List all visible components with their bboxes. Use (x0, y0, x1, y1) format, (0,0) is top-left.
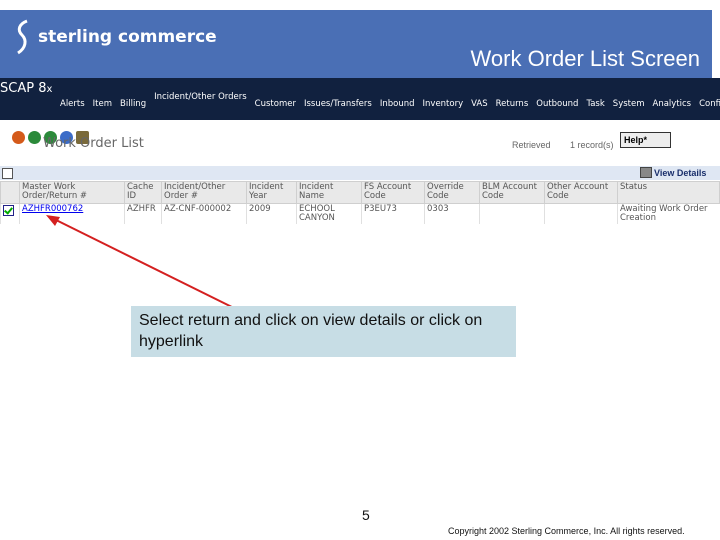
callout-arrow (46, 215, 243, 313)
instruction-callout: Select return and click on view details … (131, 306, 516, 357)
page-number: 5 (362, 507, 370, 523)
copyright-text: Copyright 2002 Sterling Commerce, Inc. A… (448, 526, 685, 536)
